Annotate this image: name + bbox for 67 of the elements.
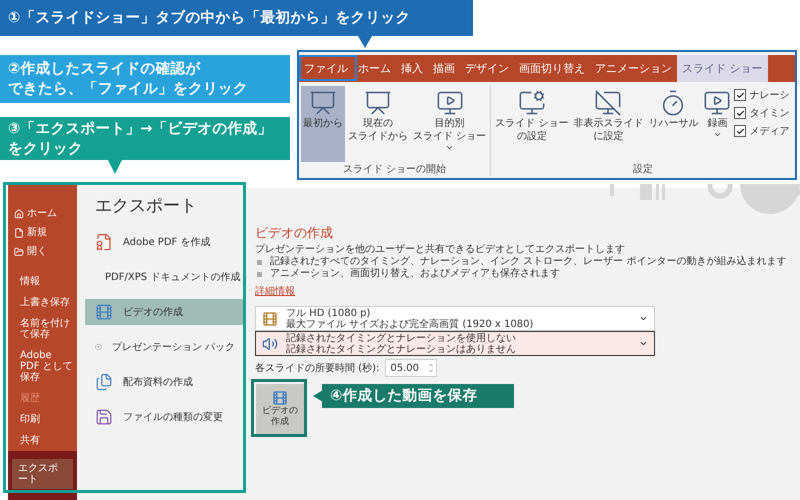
callout-text: ③「エクスポート」→「ビデオの作成」 bbox=[8, 120, 272, 138]
ribbon-button[interactable]: 最初から bbox=[301, 86, 345, 162]
checkbox-label: メディア bbox=[749, 125, 790, 138]
section-title: ビデオの作成 bbox=[255, 225, 334, 242]
ribbon-button[interactable]: リハーサル bbox=[646, 86, 700, 162]
checkbox-label: ナレーシ bbox=[749, 89, 790, 102]
ribbon-button[interactable]: 非表示スライド に設定 bbox=[571, 86, 646, 162]
ribbon-button[interactable]: スライド ショー の設定 bbox=[493, 86, 570, 162]
duration-label: 各スライドの所要時間 (秒): bbox=[255, 362, 380, 374]
speaker-icon bbox=[262, 336, 278, 352]
caret-icon bbox=[639, 314, 648, 323]
description-text: プレゼンテーションを他のユーザーと共有できるビデオとしてエクスポートします bbox=[255, 244, 626, 256]
create-video-button[interactable]: ビデオの 作成 bbox=[256, 384, 304, 434]
export-option[interactable]: PDF/XPS ドキュメントの作成 bbox=[85, 264, 245, 290]
caret-icon bbox=[639, 339, 648, 348]
group-label: スライド ショーの開始 bbox=[342, 163, 448, 176]
sidebar-item[interactable]: 開く bbox=[8, 242, 77, 261]
nav-icon bbox=[14, 228, 24, 238]
ribbon-tab[interactable]: アニメーション bbox=[590, 55, 677, 82]
details-link[interactable]: 詳細情報 bbox=[255, 284, 800, 298]
nav-icon bbox=[14, 246, 24, 256]
sidebar-item[interactable]: 名前を付けて保存 bbox=[8, 313, 77, 345]
sidebar-item[interactable]: 共有 bbox=[8, 430, 77, 451]
sidebar-item[interactable]: エクスポート bbox=[12, 459, 73, 489]
checkbox[interactable] bbox=[734, 125, 746, 137]
bullet-text: 記録されたすべてのタイミング、ナレーション、インク ストローク、レーザー ポインターの動きが組み込まれます bbox=[270, 256, 786, 268]
ribbon-button[interactable]: 目的別 スライド ショー bbox=[411, 86, 488, 162]
ribbon-tab[interactable]: ホーム bbox=[353, 55, 396, 82]
duration-spinner[interactable]: 05.00 bbox=[385, 359, 438, 377]
export-option[interactable]: ファイルの種類の変更 bbox=[85, 404, 245, 430]
ribbon-button[interactable]: 現在の スライドから bbox=[346, 86, 410, 162]
ribbon-button[interactable]: 録画 bbox=[701, 86, 734, 162]
export-option[interactable]: プレゼンテーション パック bbox=[85, 334, 245, 360]
sidebar-item[interactable]: ホーム bbox=[8, 204, 77, 223]
callout-text: ①「スライドショー」タブの中から「最初から」をクリック bbox=[8, 8, 410, 28]
bullet-icon bbox=[257, 260, 262, 264]
sidebar-item[interactable]: 上書き保存 bbox=[8, 292, 77, 313]
sidebar-item[interactable]: 情報 bbox=[8, 271, 77, 292]
callout-text: できたら、「ファイル」をクリック bbox=[8, 80, 248, 99]
nav-icon bbox=[14, 208, 24, 218]
checkbox-label: タイミン bbox=[749, 107, 790, 120]
film-icon bbox=[272, 390, 288, 406]
bullet-text: アニメーション、画面切り替え、およびメディアも保存されます bbox=[270, 268, 560, 280]
checkbox[interactable] bbox=[734, 107, 746, 119]
ribbon-tab[interactable]: 画面切り替え bbox=[514, 55, 590, 82]
quality-dropdown[interactable]: フル HD (1080 p) 最大ファイル サイズおよび完全高画質 (1920 x 1080) bbox=[255, 306, 655, 331]
callout-text: ②作成したスライドの確認が bbox=[8, 60, 200, 79]
sidebar-item[interactable]: 新規 bbox=[8, 223, 77, 242]
ribbon-tab[interactable]: デザイン bbox=[460, 55, 514, 82]
checkbox[interactable] bbox=[734, 89, 746, 101]
sidebar-item[interactable]: 印刷 bbox=[8, 409, 77, 430]
highlight-frame bbox=[299, 55, 357, 81]
export-option[interactable]: Adobe PDF を作成 bbox=[85, 229, 245, 255]
ribbon-tab[interactable]: スライド ショー bbox=[677, 55, 768, 82]
export-option[interactable]: 配布資料の作成 bbox=[85, 369, 245, 395]
ribbon-tab[interactable]: 挿入 bbox=[396, 55, 428, 82]
section-title: エクスポート bbox=[95, 195, 198, 217]
export-option[interactable]: ビデオの作成 bbox=[85, 299, 245, 325]
video-icon bbox=[262, 310, 278, 326]
bullet-icon bbox=[257, 272, 262, 276]
narration-dropdown[interactable]: 記録されたタイミングとナレーションを使用しない 記録されたタイミングとナレーションはありません bbox=[255, 331, 655, 356]
ribbon-tab[interactable]: 描画 bbox=[428, 55, 460, 82]
group-label: 設定 bbox=[632, 162, 654, 176]
sidebar-item[interactable]: Adobe PDF として保存 bbox=[8, 345, 77, 388]
callout-text: ④作成した動画を保存 bbox=[330, 386, 478, 406]
callout-text: をクリック bbox=[8, 140, 83, 158]
ribbon-tab[interactable]: ファイル bbox=[299, 55, 353, 82]
